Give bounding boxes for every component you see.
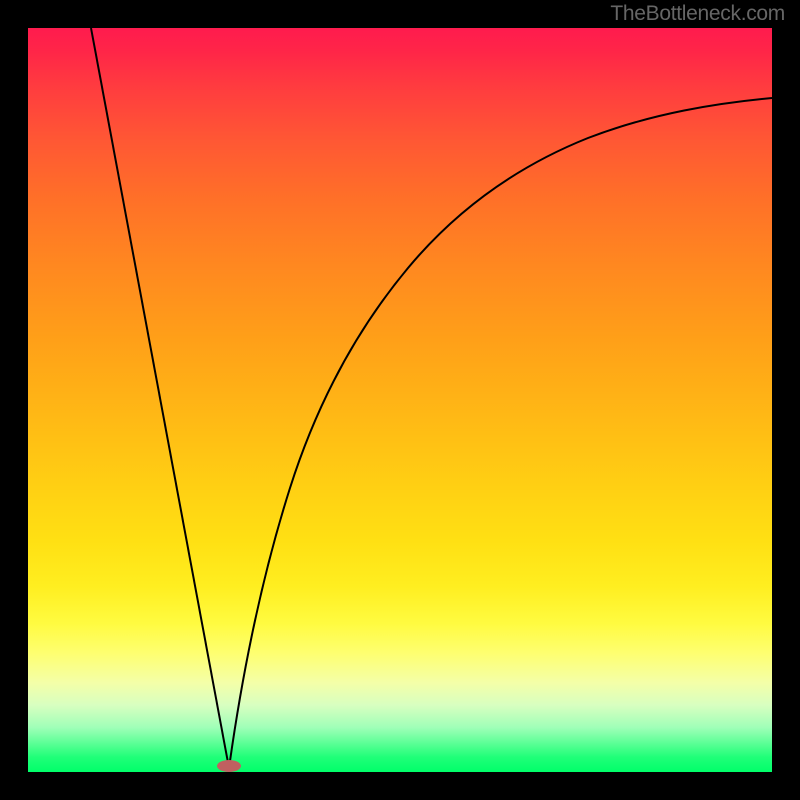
bottleneck-curve-left [91, 28, 229, 768]
watermark-text: TheBottleneck.com [610, 2, 785, 26]
bottleneck-curve-right [229, 98, 772, 768]
plot-area [28, 28, 772, 772]
chart-svg [28, 28, 772, 772]
minimum-marker [217, 760, 241, 772]
